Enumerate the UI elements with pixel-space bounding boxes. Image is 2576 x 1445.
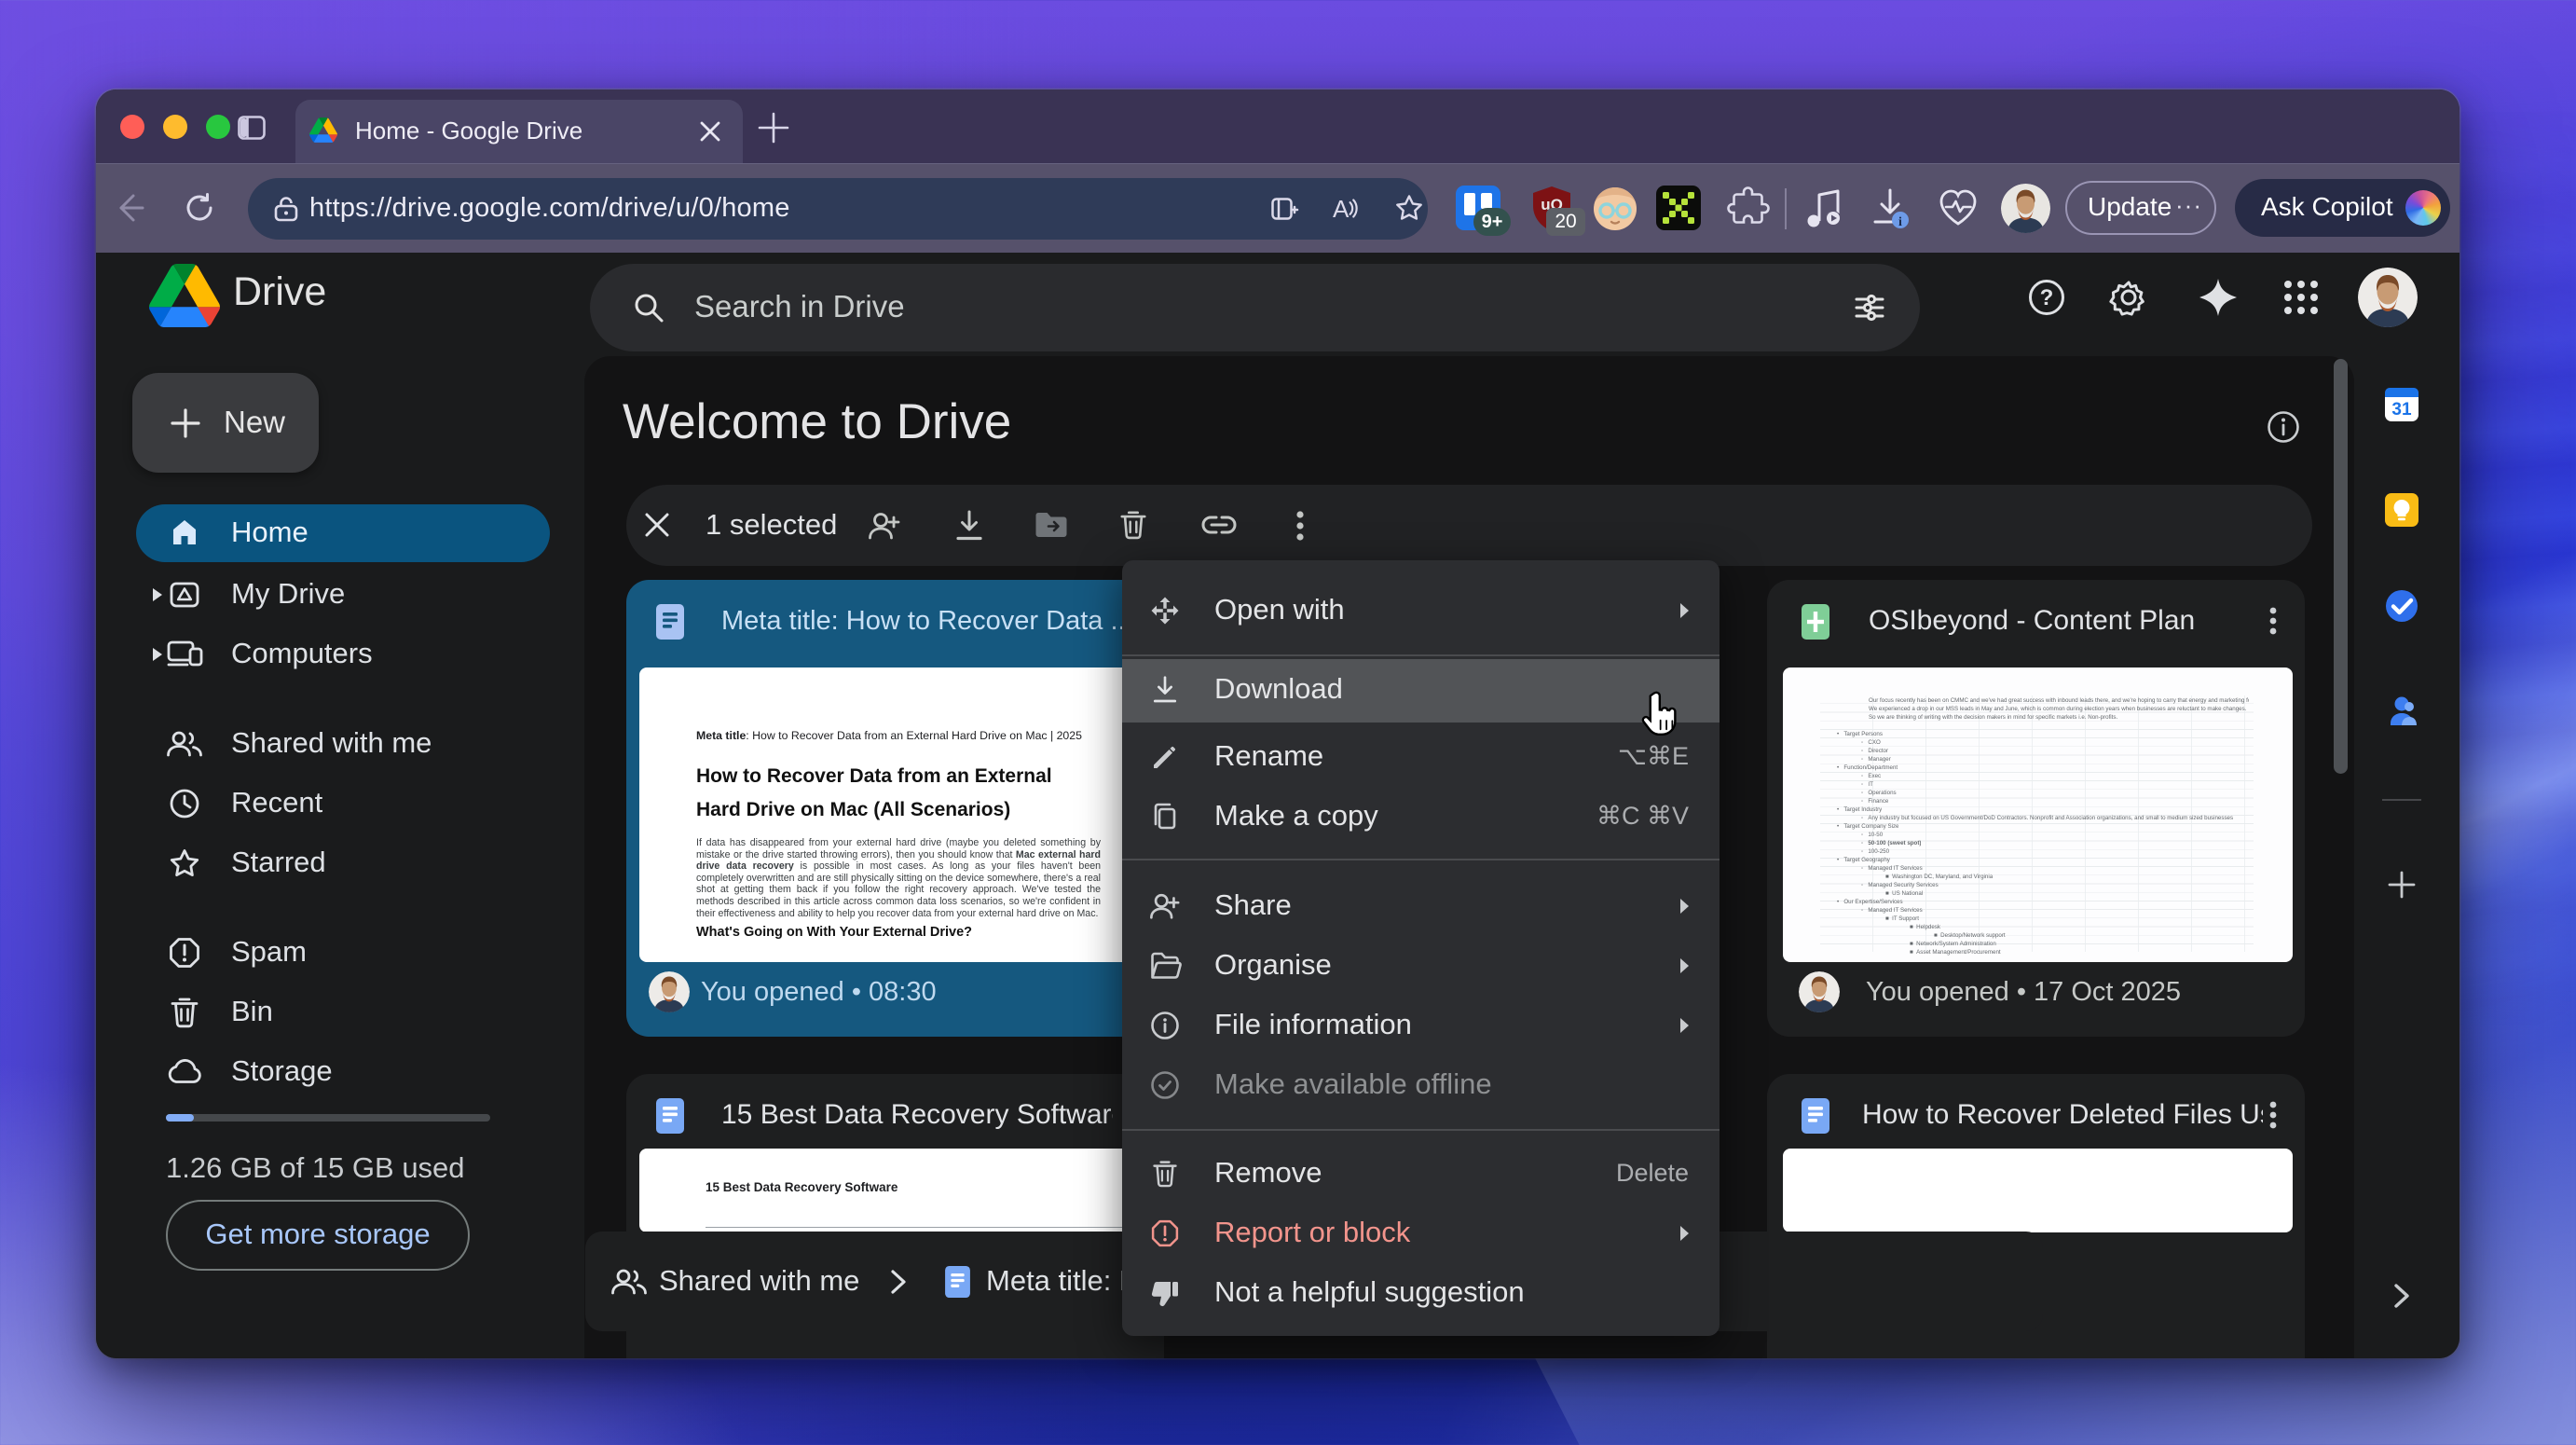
svg-text:?: ? — [2040, 285, 2054, 310]
svg-text:31: 31 — [2391, 400, 2412, 420]
svg-text:i: i — [1898, 215, 1902, 229]
svg-text:A: A — [1333, 195, 1350, 223]
